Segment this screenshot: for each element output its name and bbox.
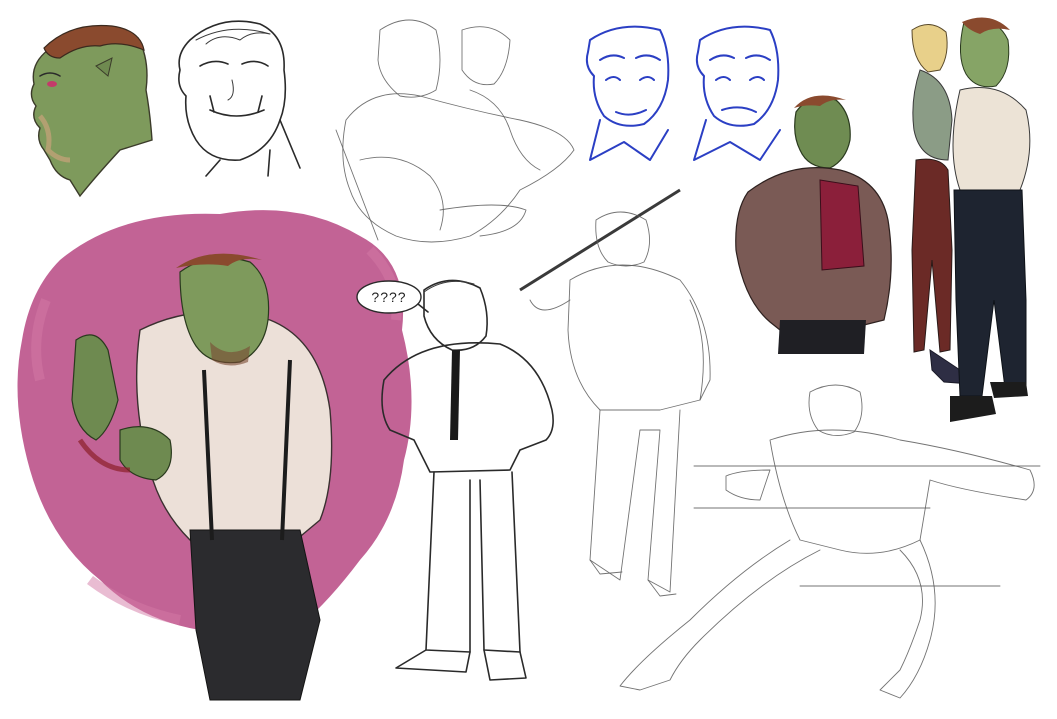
orc-brown-jacket (735, 95, 892, 354)
sketch-sheet: ???? (0, 0, 1057, 719)
illustration-canvas (17, 17, 1041, 701)
couple-embrace-sketch (335, 19, 575, 243)
man-baseball-bat-sketch (519, 188, 711, 597)
line-art-head-front (178, 20, 301, 177)
blue-sketch-head-right (693, 25, 781, 161)
orc-profile-head-colored (30, 24, 153, 198)
orc-colored-illustration (17, 210, 412, 701)
speech-bubble-text: ???? (371, 289, 407, 305)
blue-sketch-head-left (585, 25, 670, 161)
colored-couple-standing (911, 17, 1031, 422)
seated-man-sketch (619, 384, 1041, 699)
